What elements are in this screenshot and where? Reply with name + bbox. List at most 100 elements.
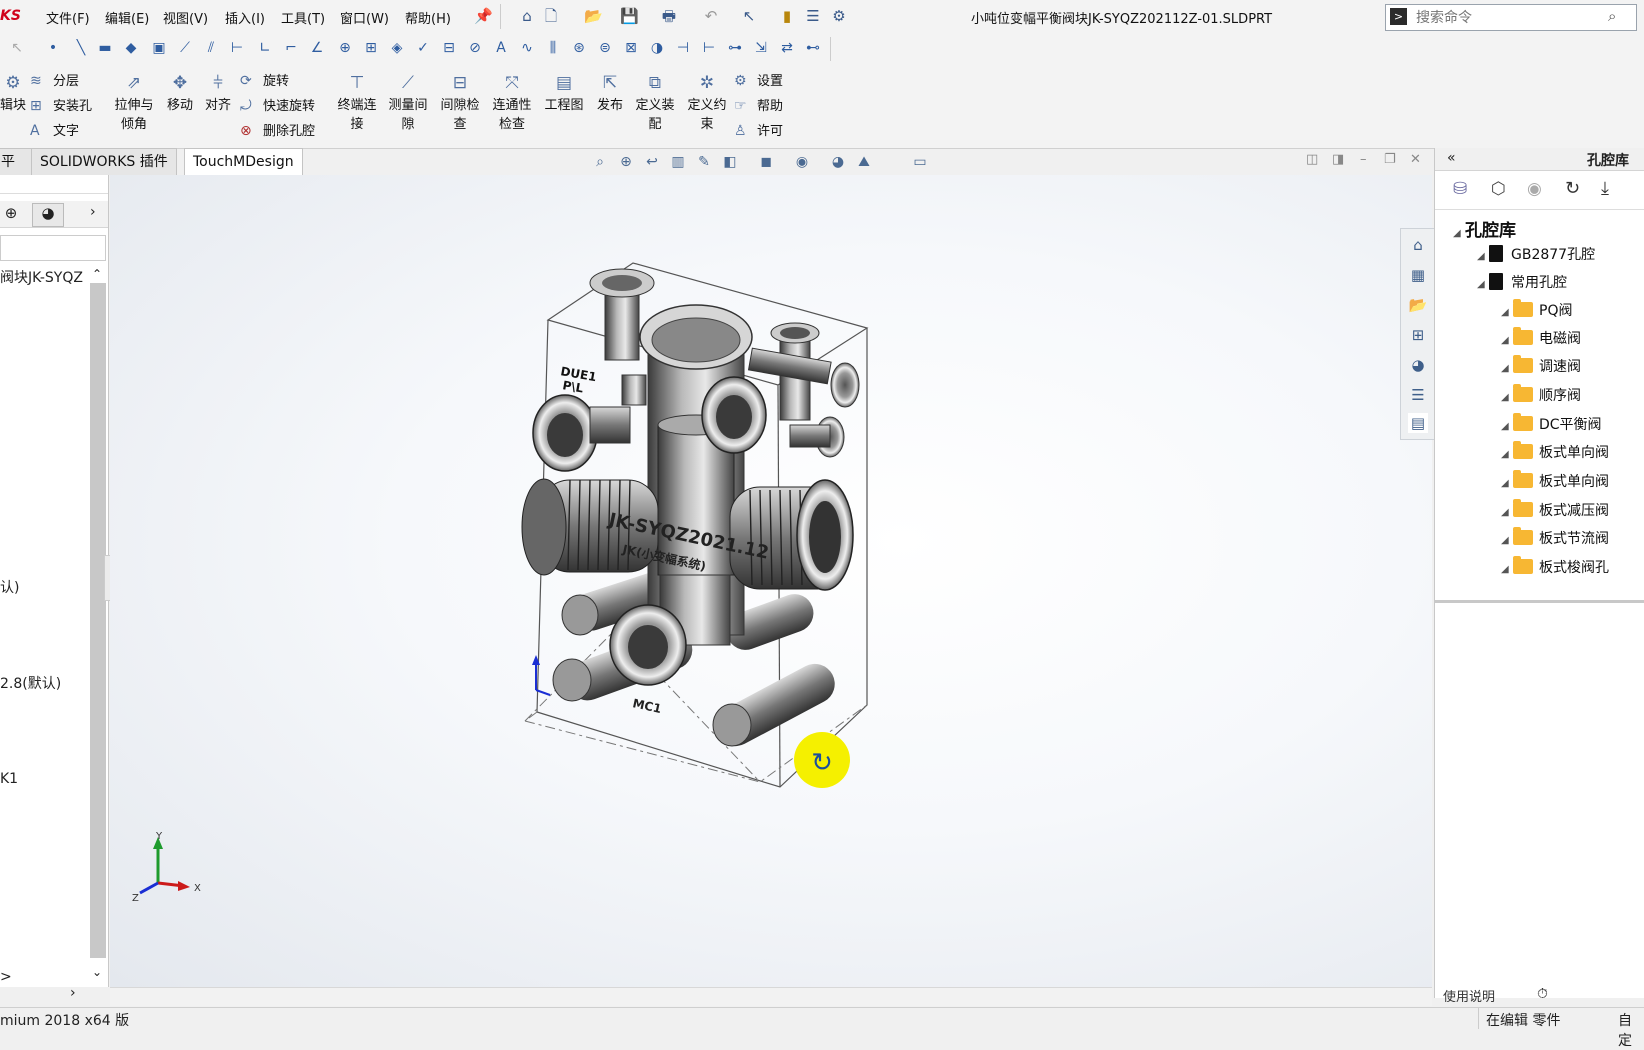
tree-item-plate-check-1[interactable]: ◢ 板式单向阀: [1501, 441, 1609, 462]
collapse-left-icon[interactable]: ◫: [1306, 152, 1318, 167]
appearances-icon[interactable]: ◕: [1408, 355, 1428, 375]
export-icon[interactable]: ⇲: [752, 39, 770, 57]
dynamic-annotation-icon[interactable]: ✎: [694, 153, 714, 171]
eye-icon[interactable]: ◉: [1527, 179, 1542, 199]
tree-item[interactable]: 认): [0, 577, 19, 597]
chevron-right-icon[interactable]: ›: [90, 204, 96, 220]
ribbon-extrude-button[interactable]: ⇗ 拉伸与 倾角: [110, 72, 158, 134]
tree-item-speed[interactable]: ◢ 调速阀: [1501, 355, 1581, 376]
ribbon-define-mate-button[interactable]: ⧉ 定义装配: [632, 72, 678, 134]
ribbon-connectivity-button[interactable]: ⤧ 连通性 检查: [489, 72, 535, 134]
display-style-icon[interactable]: ◼: [756, 153, 776, 171]
options-list-icon[interactable]: ☰: [804, 7, 822, 25]
ribbon-quick-rotate-button[interactable]: ⤾ 快速旋转: [240, 95, 315, 114]
graphics-viewport[interactable]: DUE1 P\L JK-SYQZ2021.12 JK(小变幅系统) MC1 ↻ …: [110, 175, 1432, 987]
photo-icon[interactable]: ⊠: [622, 39, 640, 57]
tree-item-sequence[interactable]: ◢ 顺序阀: [1501, 384, 1581, 405]
ribbon-license-button[interactable]: ♙ 许可: [734, 120, 783, 139]
ribbon-gap-check-button[interactable]: ⊟ 间隙检查: [437, 72, 483, 134]
arrows-icon[interactable]: ⇄: [778, 39, 796, 57]
check-icon[interactable]: ✓: [414, 39, 432, 57]
search-icon[interactable]: ⌕: [1608, 7, 1616, 25]
pie-icon[interactable]: ◑: [648, 39, 666, 57]
ribbon-text-button[interactable]: A 文字: [30, 120, 79, 139]
grid-icon[interactable]: ⊟: [440, 39, 458, 57]
cavity-library-tab-icon[interactable]: ▤: [1408, 413, 1428, 433]
target-icon[interactable]: ⊕: [336, 39, 354, 57]
fill-icon[interactable]: ◈: [388, 39, 406, 57]
appearance-icon[interactable]: ◕: [828, 153, 848, 171]
corner-icon[interactable]: ∟: [256, 39, 274, 57]
tree-item-pq[interactable]: ◢ PQ阀: [1501, 299, 1572, 320]
close-icon[interactable]: ✕: [1410, 152, 1421, 167]
axis-icon[interactable]: ⟋: [176, 39, 194, 57]
panel-splitter[interactable]: [1435, 600, 1644, 603]
ribbon-rotate-button[interactable]: ⟳ 旋转: [240, 70, 289, 89]
bracket-icon[interactable]: ⌐: [282, 39, 300, 57]
expand-triangle-icon[interactable]: ◢: [1501, 421, 1513, 432]
menu-insert[interactable]: 插入(I): [225, 8, 265, 27]
cube-icon[interactable]: ▣: [150, 39, 168, 57]
filter-input[interactable]: [0, 235, 106, 261]
home-icon[interactable]: ⌂: [1408, 235, 1428, 255]
menu-tools[interactable]: 工具(T): [281, 8, 325, 27]
refresh-icon[interactable]: ↻: [1565, 178, 1580, 199]
expand-triangle-icon[interactable]: ◢: [1501, 335, 1513, 346]
bar-icon[interactable]: ⫼: [544, 39, 562, 57]
tree-item-plate-throttle[interactable]: ◢ 板式节流阀: [1501, 527, 1609, 548]
expand-triangle-icon[interactable]: ◢: [1501, 478, 1513, 489]
app-logo-fragment[interactable]: KS: [0, 8, 21, 24]
chevron-up-icon[interactable]: ⌃: [92, 267, 102, 281]
home-icon[interactable]: ⌂: [518, 7, 536, 25]
collapse-right-icon[interactable]: ◨: [1332, 152, 1344, 167]
save-icon[interactable]: 💾: [620, 7, 639, 25]
tree-item[interactable]: >: [0, 969, 12, 985]
chevron-right-icon[interactable]: ›: [70, 985, 76, 1001]
menu-window[interactable]: 窗口(W): [340, 8, 389, 27]
custom-properties-icon[interactable]: ☰: [1408, 385, 1428, 405]
angle-icon[interactable]: ∠: [308, 39, 326, 57]
expand-triangle-icon[interactable]: ◢: [1477, 279, 1489, 290]
expand-triangle-icon[interactable]: ◢: [1501, 507, 1513, 518]
expand-triangle-icon[interactable]: ◢: [1501, 535, 1513, 546]
measure-icon[interactable]: ⊛: [570, 39, 588, 57]
ribbon-edit-block-button[interactable]: ⚙ 辑块: [0, 72, 26, 115]
ribbon-define-constraint-button[interactable]: ✲ 定义约束: [684, 72, 730, 134]
tree-item[interactable]: 2.8(默认): [0, 673, 61, 693]
scene-icon[interactable]: ⛰: [854, 153, 874, 171]
frame-icon[interactable]: ⊞: [362, 39, 380, 57]
zoom-area-icon[interactable]: ⊕: [616, 153, 636, 171]
view-palette-icon[interactable]: ⊞: [1408, 325, 1428, 345]
search-box[interactable]: > ⌕: [1385, 4, 1637, 31]
open-file-icon[interactable]: 📂: [584, 7, 603, 25]
tree-item-solenoid[interactable]: ◢ 电磁阀: [1501, 327, 1581, 348]
gear-icon[interactable]: ⚙: [830, 7, 848, 25]
ribbon-layer-button[interactable]: ≋ 分层: [30, 70, 79, 89]
display-settings-icon[interactable]: ▭: [910, 153, 930, 171]
download-icon[interactable]: ⤓: [1601, 178, 1609, 199]
section-icon[interactable]: ⊜: [596, 39, 614, 57]
expand-triangle-icon[interactable]: ◢: [1501, 307, 1513, 318]
tree-item-plate-reducing[interactable]: ◢ 板式减压阀: [1501, 499, 1609, 520]
collapse-panel-icon[interactable]: «: [1447, 150, 1456, 166]
expand-triangle-icon[interactable]: ◢: [1477, 251, 1489, 262]
ribbon-publish-button[interactable]: ⇱ 发布: [590, 72, 630, 115]
menu-edit[interactable]: 编辑(E): [105, 8, 149, 27]
tree-item[interactable]: K1: [0, 771, 18, 787]
curve-icon[interactable]: ∿: [518, 39, 536, 57]
pointer-icon[interactable]: ↖: [8, 39, 26, 57]
parallel-icon[interactable]: ⫽: [202, 39, 220, 57]
node-icon[interactable]: ⊷: [804, 39, 822, 57]
expand-triangle-icon[interactable]: ◢: [1453, 228, 1465, 239]
select-icon[interactable]: ↖: [740, 7, 758, 25]
tree-item-plate-shuttle[interactable]: ◢ 板式梭阀孔: [1501, 556, 1609, 577]
ribbon-terminal-connect-button[interactable]: ⊤ 终端连接: [334, 72, 380, 134]
tab-evaluate[interactable]: 平估: [0, 148, 32, 196]
previous-view-icon[interactable]: ↩: [642, 153, 662, 171]
menu-help[interactable]: 帮助(H): [405, 8, 451, 27]
restore-icon[interactable]: ❐: [1384, 152, 1396, 167]
ribbon-settings-button[interactable]: ⚙ 设置: [734, 70, 783, 89]
expand-triangle-icon[interactable]: ◢: [1501, 564, 1513, 575]
rectangle-icon[interactable]: ▬: [96, 39, 114, 57]
tree-group-gb2877[interactable]: ◢ GB2877孔腔: [1477, 244, 1595, 264]
